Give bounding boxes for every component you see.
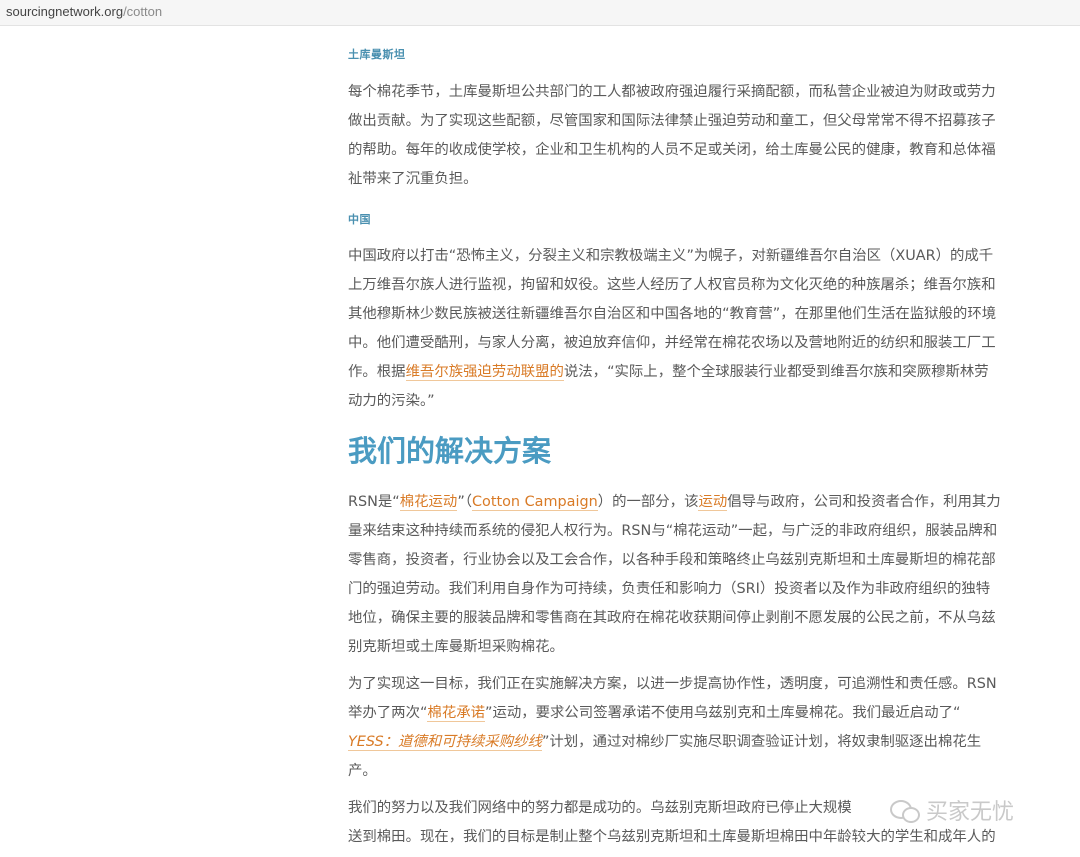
campaign-link[interactable]: 运动 <box>698 494 728 511</box>
subheading-china: 中国 <box>348 213 371 226</box>
text-line: 每个棉花季节，土库曼斯坦公共部门的工人都被政府强迫履行采摘配额，而私营企业被迫为… <box>348 84 996 100</box>
section-heading-solution: 我们的解决方案 <box>348 434 552 468</box>
text-line: 动力的污染。” <box>348 393 435 409</box>
text-line: 门的强迫劳动。我们利用自身作为可持续，负责任和影响力（SRI）投资者以及作为非政… <box>348 581 991 597</box>
paragraph-china: 中国政府以打击“恐怖主义，分裂主义和宗教极端主义”为幌子，对新疆维吾尔自治区（X… <box>348 242 1058 416</box>
cotton-campaign-link[interactable]: 棉花运动 <box>399 494 458 511</box>
text-fragment: 作。根据 <box>348 364 406 380</box>
text-line: 上万维吾尔族人进行监视，拘留和奴役。这些人经历了人权官员称为文化灭绝的种族屠杀；… <box>348 277 996 293</box>
yess-link[interactable]: YESS：道德和可持续采购纱线 <box>348 734 542 751</box>
text-line: 为了实现这一目标，我们正在实施解决方案，以进一步提高协作性，透明度，可追溯性和责… <box>348 676 997 692</box>
text-line: 祉带来了沉重负担。 <box>348 171 478 187</box>
text-fragment: ”运动，要求公司签署承诺不使用乌兹别克和土库曼棉花。我们最近启动了“ <box>485 705 961 721</box>
subheading-turkmenistan: 土库曼斯坦 <box>348 48 406 61</box>
watermark-text: 买家无忧 <box>926 800 1015 825</box>
text-fragment: 举办了两次“ <box>348 705 428 721</box>
text-line: 举办了两次“棉花承诺”运动，要求公司签署承诺不使用乌兹别克和土库曼棉花。我们最近… <box>348 699 1058 728</box>
text-line: 中。他们遭受酷刑，与家人分离，被迫放弃信仰，并经常在棉花农场以及营地附近的纺织和… <box>348 335 996 351</box>
uyghur-coalition-link[interactable]: 维吾尔族强迫劳动联盟的 <box>405 364 564 381</box>
text-fragment: ”（ <box>457 494 472 510</box>
cotton-campaign-en-link[interactable]: Cotton Campaign <box>471 494 598 511</box>
text-line: 其他穆斯林少数民族被送往新疆维吾尔自治区和中国各地的“教育营”，在那里他们生活在… <box>348 306 997 322</box>
text-line: YESS：道德和可持续采购纱线”计划，通过对棉纱厂实施尽职调查验证计划，将奴隶制… <box>348 728 1058 757</box>
text-line: 地位，确保主要的服装品牌和零售商在其政府在棉花收获期间停止剥削不愿发展的公民之前… <box>348 610 996 626</box>
text-fragment: 说法，“实际上，整个全球服装行业都受到维吾尔族和突厥穆斯林劳 <box>563 364 989 380</box>
paragraph-solution-2: 为了实现这一目标，我们正在实施解决方案，以进一步提高协作性，透明度，可追溯性和责… <box>348 670 1058 786</box>
url-text[interactable]: sourcingnetwork.org/cotton <box>6 4 162 19</box>
text-line: 的帮助。每年的收成使学校，企业和卫生机构的人员不足或关闭，给土库曼公民的健康，教… <box>348 142 996 158</box>
text-fragment: 倡导与政府，公司和投资者合作，利用其力 <box>727 494 1001 510</box>
text-line: 做出贡献。为了实现这些配额，尽管国家和国际法律禁止强迫劳动和童工，但父母常常不得… <box>348 113 996 129</box>
paragraph-turkmenistan: 每个棉花季节，土库曼斯坦公共部门的工人都被政府强迫履行采摘配额，而私营企业被迫为… <box>348 78 1058 194</box>
cotton-pledge-link[interactable]: 棉花承诺 <box>427 705 485 722</box>
wechat-icon <box>890 798 920 823</box>
text-fragment: RSN是“ <box>348 494 400 510</box>
text-fragment: ）的一部分，该 <box>597 494 699 510</box>
text-line: RSN是“棉花运动”（Cotton Campaign）的一部分，该运动倡导与政府… <box>348 488 1058 517</box>
text-line: 作。根据维吾尔族强迫劳动联盟的说法，“实际上，整个全球服装行业都受到维吾尔族和突… <box>348 358 1058 387</box>
text-line: 零售商，投资者，行业协会以及工会合作，以各种手段和策略终止乌兹别克斯坦和土库曼斯… <box>348 552 996 568</box>
text-line: 产。 <box>348 763 377 779</box>
address-bar[interactable]: sourcingnetwork.org/cotton <box>0 0 1080 26</box>
text-line: 别克斯坦或土库曼斯坦采购棉花。 <box>348 639 564 655</box>
url-path: /cotton <box>123 4 163 19</box>
paragraph-solution-1: RSN是“棉花运动”（Cotton Campaign）的一部分，该运动倡导与政府… <box>348 488 1058 662</box>
watermark: 买家无忧 <box>890 790 1060 830</box>
text-line: 量来结束这种持续而系统的侵犯人权行为。RSN与“棉花运动”一起，与广泛的非政府组… <box>348 523 998 539</box>
text-fragment: ”计划，通过对棉纱厂实施尽职调查验证计划，将奴隶制驱逐出棉花生 <box>541 734 982 750</box>
text-line: 中国政府以打击“恐怖主义，分裂主义和宗教极端主义”为幌子，对新疆维吾尔自治区（X… <box>348 248 994 264</box>
url-domain: sourcingnetwork.org <box>6 4 124 19</box>
